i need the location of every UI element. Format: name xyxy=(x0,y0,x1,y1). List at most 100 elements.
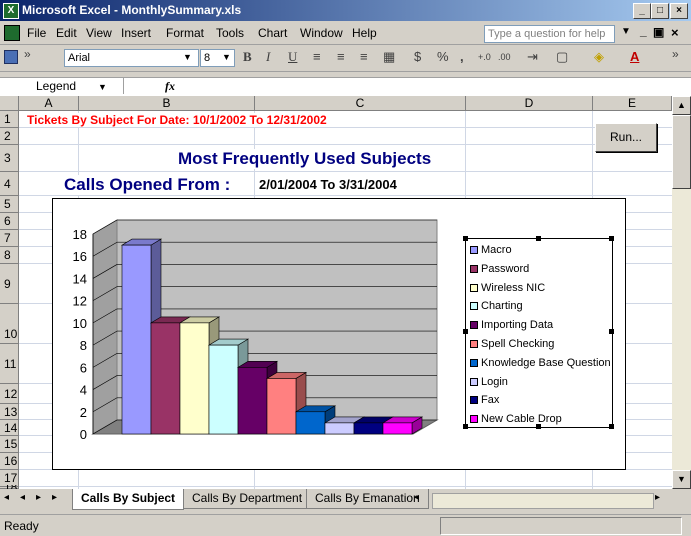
chart-legend[interactable]: Macro Password Wireless NIC Charting Importi… xyxy=(465,238,613,428)
legend-item[interactable]: Fax xyxy=(470,394,499,406)
toolbar-more-icon[interactable]: » xyxy=(672,47,679,61)
column-header-c[interactable]: C xyxy=(255,96,466,111)
cell-c3-heading[interactable]: Most Frequently Used Subjects xyxy=(178,149,432,169)
legend-item[interactable]: Login xyxy=(470,376,508,388)
borders-icon[interactable]: ▢ xyxy=(556,49,568,65)
column-header-e[interactable]: E xyxy=(593,96,672,111)
doc-close-button[interactable]: × xyxy=(671,25,679,40)
save-icon[interactable] xyxy=(4,50,18,64)
size-dropdown-icon[interactable]: ▼ xyxy=(222,52,231,62)
row-header-4[interactable]: 4 xyxy=(0,172,19,196)
row-header-6[interactable]: 6 xyxy=(0,213,19,230)
merge-center-icon[interactable]: ▦ xyxy=(383,49,395,65)
legend-item[interactable]: Spell Checking xyxy=(470,338,554,350)
tab-nav-next-icon[interactable]: ▸ xyxy=(36,492,41,503)
insert-function-icon[interactable]: fx xyxy=(165,79,175,94)
help-dropdown-icon[interactable]: ▼ xyxy=(621,26,631,37)
doc-restore-button[interactable]: ▣ xyxy=(653,25,664,39)
excel-icon[interactable]: X xyxy=(3,3,19,19)
font-color-icon[interactable]: A xyxy=(630,49,639,64)
align-left-icon[interactable]: ≡ xyxy=(313,49,321,64)
align-center-icon[interactable]: ≡ xyxy=(337,49,345,64)
selection-handle[interactable] xyxy=(609,329,614,334)
selection-handle[interactable] xyxy=(609,236,614,241)
cell-b1-report-title[interactable]: Tickets By Subject For Date: 10/1/2002 T… xyxy=(27,113,331,127)
menu-format[interactable]: Format xyxy=(166,26,204,40)
selection-handle[interactable] xyxy=(609,424,614,429)
italic-button[interactable]: I xyxy=(266,49,270,65)
run-button[interactable]: Run... xyxy=(595,123,657,152)
menu-view[interactable]: View xyxy=(86,26,112,40)
minimize-button[interactable]: _ xyxy=(633,3,651,19)
fill-color-icon[interactable]: ◈ xyxy=(594,49,604,65)
row-header-15[interactable]: 15 xyxy=(0,436,19,453)
menu-tools[interactable]: Tools xyxy=(216,26,244,40)
legend-item[interactable]: New Cable Drop xyxy=(470,413,562,425)
tab-calls-by-emanation[interactable]: Calls By Emanation xyxy=(306,489,429,509)
column-header-d[interactable]: D xyxy=(466,96,593,111)
row-header-2[interactable]: 2 xyxy=(0,128,19,145)
scroll-down-icon[interactable]: ▼ xyxy=(672,470,691,489)
doc-minimize-button[interactable]: _ xyxy=(640,24,647,38)
row-header-1[interactable]: 1 xyxy=(0,111,19,128)
menu-file[interactable]: File xyxy=(27,26,46,40)
workbook-icon[interactable] xyxy=(4,25,20,41)
column-header-b[interactable]: B xyxy=(79,96,255,111)
cell-b4-label[interactable]: Calls Opened From : xyxy=(64,175,231,195)
bold-button[interactable]: B xyxy=(243,49,252,65)
row-header-8[interactable]: 8 xyxy=(0,247,19,264)
vertical-scrollbar[interactable]: ▲ ▼ xyxy=(672,96,691,489)
font-name-select[interactable]: Arial xyxy=(64,49,199,67)
row-header-14[interactable]: 14 xyxy=(0,420,19,436)
decrease-decimal-icon[interactable]: .00 xyxy=(498,52,511,62)
row-header-12[interactable]: 12 xyxy=(0,384,19,404)
menu-insert[interactable]: Insert xyxy=(121,26,151,40)
legend-item[interactable]: Macro xyxy=(470,244,512,256)
scroll-up-icon[interactable]: ▲ xyxy=(672,96,691,115)
underline-button[interactable]: U xyxy=(288,49,297,65)
legend-item[interactable]: Wireless NIC xyxy=(470,282,545,294)
row-header-7[interactable]: 7 xyxy=(0,230,19,247)
indent-icon[interactable]: ⇥ xyxy=(527,49,538,65)
tab-nav-first-icon[interactable]: ◂ xyxy=(4,492,13,503)
percent-button[interactable]: % xyxy=(437,49,449,64)
row-header-10[interactable]: 10 xyxy=(0,304,19,344)
currency-button[interactable]: $ xyxy=(414,49,421,64)
row-header-16[interactable]: 16 xyxy=(0,453,19,470)
close-button[interactable]: × xyxy=(670,3,688,19)
legend-item[interactable]: Knowledge Base Question xyxy=(470,357,611,369)
row-header-5[interactable]: 5 xyxy=(0,196,19,213)
horizontal-scrollbar[interactable] xyxy=(432,493,654,509)
legend-item[interactable]: Charting xyxy=(470,300,523,312)
hscroll-right-icon[interactable]: ▸ xyxy=(655,492,660,503)
menu-edit[interactable]: Edit xyxy=(56,26,77,40)
column-header-a[interactable]: A xyxy=(19,96,79,111)
tab-nav-last-icon[interactable]: ▸ xyxy=(52,492,57,503)
row-header-11[interactable]: 11 xyxy=(0,344,19,384)
increase-decimal-icon[interactable]: +.0 xyxy=(478,52,491,62)
scroll-thumb[interactable] xyxy=(672,115,691,189)
tab-calls-by-subject[interactable]: Calls By Subject xyxy=(72,489,185,510)
selection-handle[interactable] xyxy=(536,424,541,429)
maximize-button[interactable]: □ xyxy=(651,3,669,19)
row-header-13[interactable]: 13 xyxy=(0,404,19,420)
menu-window[interactable]: Window xyxy=(300,26,343,40)
menu-help[interactable]: Help xyxy=(352,26,377,40)
menu-chart[interactable]: Chart xyxy=(258,26,287,40)
cell-c4-date-range[interactable]: 2/01/2004 To 3/31/2004 xyxy=(259,177,397,192)
comma-button[interactable]: , xyxy=(460,49,464,64)
tab-nav-prev-icon[interactable]: ◂ xyxy=(20,492,25,503)
help-search-input[interactable]: Type a question for help xyxy=(484,25,615,43)
selection-handle[interactable] xyxy=(463,329,468,334)
font-dropdown-icon[interactable]: ▼ xyxy=(183,52,192,62)
legend-item[interactable]: Password xyxy=(470,263,529,275)
legend-item[interactable]: Importing Data xyxy=(470,319,553,331)
name-box-dropdown-icon[interactable]: ▼ xyxy=(98,82,107,92)
select-all-corner[interactable] xyxy=(0,96,19,111)
toolbar-options-icon[interactable]: » xyxy=(24,47,31,61)
selection-handle[interactable] xyxy=(463,424,468,429)
row-header-3[interactable]: 3 xyxy=(0,145,19,172)
align-right-icon[interactable]: ≡ xyxy=(360,49,368,64)
tab-calls-by-department[interactable]: Calls By Department xyxy=(183,489,312,509)
tab-scroll-left-icon[interactable]: ◂ xyxy=(414,492,419,503)
